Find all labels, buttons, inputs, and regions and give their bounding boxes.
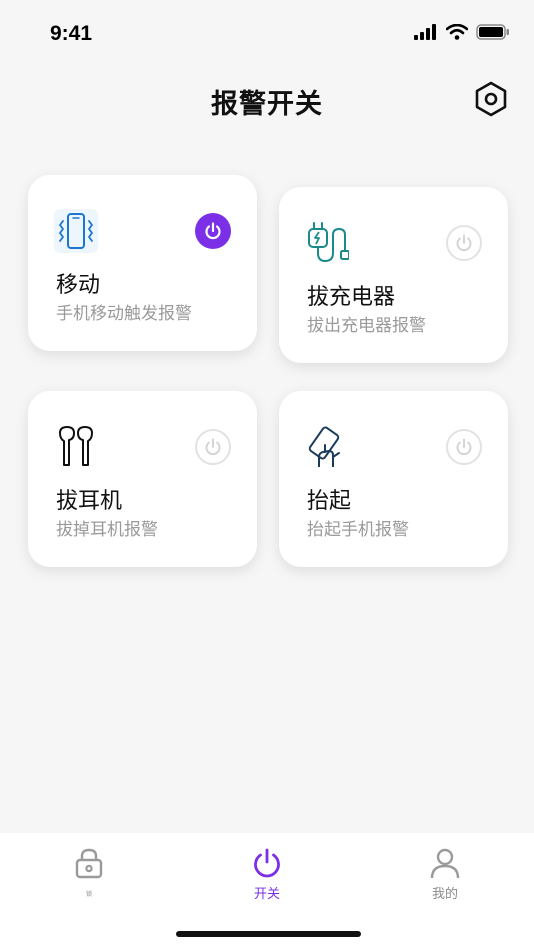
tab-label: 我的 [431, 887, 458, 902]
tab-switch[interactable]: 开关 [178, 833, 356, 913]
settings-hexagon-icon [475, 81, 507, 117]
nav-bar: 报警开关 [0, 70, 534, 130]
alarm-card-charger[interactable]: 拔充电器 拔出充电器报警 [279, 187, 508, 363]
lock-icon [75, 848, 103, 879]
tab-profile[interactable]: 我的 [356, 833, 534, 913]
status-icons [414, 24, 510, 40]
battery-icon [476, 24, 509, 40]
alarm-card-movement[interactable]: 移动 手机移动触发报警 [28, 175, 257, 351]
card-subtitle: 拔出充电器报警 [307, 316, 426, 336]
earbuds-icon [59, 426, 93, 466]
card-subtitle: 拔掉耳机报警 [56, 520, 158, 540]
power-toggle-off[interactable] [446, 225, 482, 261]
card-subtitle: 抬起手机报警 [307, 520, 409, 540]
power-icon [456, 438, 472, 456]
card-title: 移动 [56, 273, 101, 298]
status-bar: 9:41 [0, 0, 534, 70]
wifi-icon [446, 24, 468, 40]
status-time: 9:41 [50, 22, 93, 45]
cellular-signal-icon [414, 24, 436, 40]
power-icon [456, 234, 472, 252]
power-icon [205, 438, 221, 456]
power-icon [205, 222, 221, 240]
person-icon [430, 848, 460, 879]
card-title: 拔耳机 [56, 489, 123, 514]
alarm-card-earphones[interactable]: 拔耳机 拔掉耳机报警 [28, 391, 257, 567]
card-title: 拔充电器 [307, 285, 396, 310]
hand-holding-phone-icon [308, 426, 340, 467]
tab-label: 开关 [253, 887, 280, 902]
tab-lock[interactable]: 锁 [0, 833, 178, 913]
power-toggle-off[interactable] [195, 429, 231, 465]
alarm-card-lift[interactable]: 抬起 抬起手机报警 [279, 391, 508, 567]
charger-plug-icon [308, 222, 349, 263]
settings-button[interactable] [472, 80, 510, 118]
page-title: 报警开关 [211, 89, 323, 120]
home-indicator [176, 931, 361, 937]
power-toggle-on[interactable] [195, 213, 231, 249]
card-title: 抬起 [307, 489, 352, 514]
tab-label: 锁 [85, 891, 92, 898]
card-subtitle: 手机移动触发报警 [56, 304, 192, 324]
power-toggle-off[interactable] [446, 429, 482, 465]
power-icon [254, 848, 280, 878]
phone-vibrate-icon [54, 209, 98, 253]
